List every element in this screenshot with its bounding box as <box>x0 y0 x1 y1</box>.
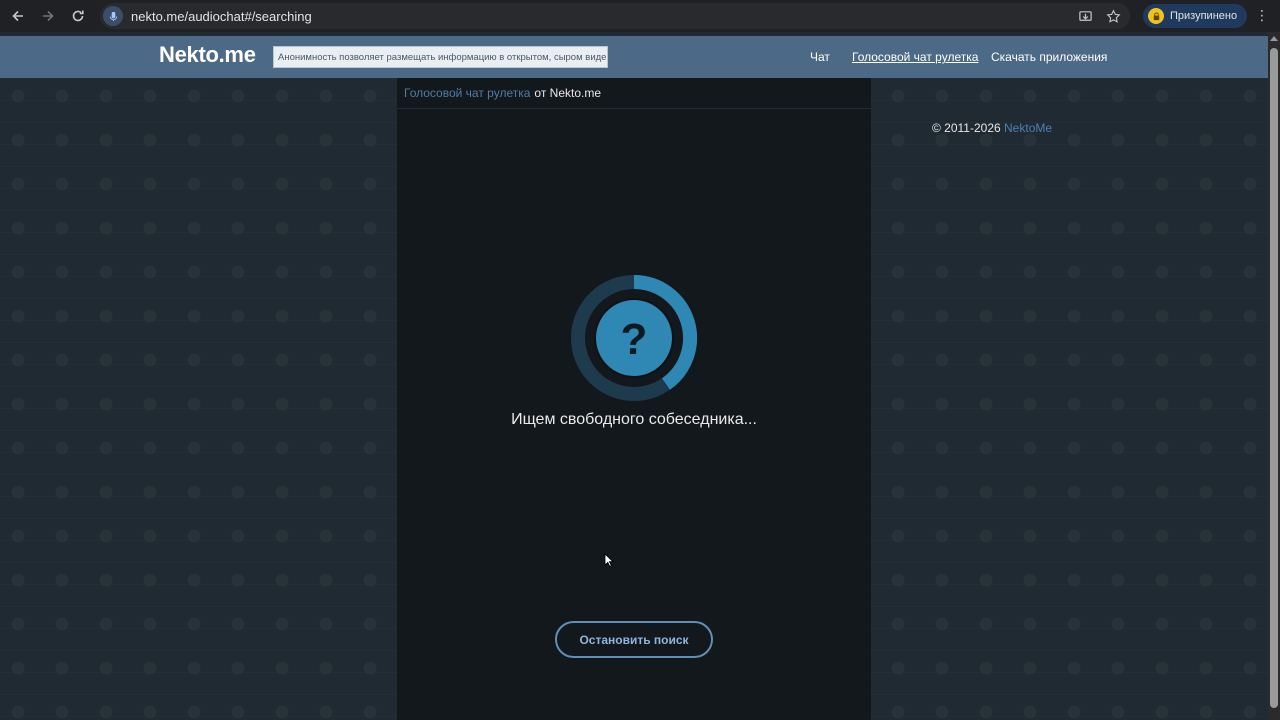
install-app-button[interactable] <box>1076 7 1094 25</box>
reload-button[interactable] <box>63 1 93 31</box>
reload-icon <box>72 10 84 22</box>
stop-search-button[interactable]: Остановить поиск <box>555 621 713 658</box>
arrow-right-icon <box>43 10 54 22</box>
nav-download-apps[interactable]: Скачать приложения <box>991 50 1107 64</box>
avatar-icon <box>1148 8 1164 24</box>
nav-chat[interactable]: Чат <box>810 50 830 64</box>
copyright-text: © 2011-2026 <box>932 121 1001 135</box>
bookmark-button[interactable] <box>1104 7 1122 25</box>
url-text: nekto.me/audiochat#/searching <box>131 8 312 24</box>
browser-toolbar: nekto.me/audiochat#/searching Призупинен… <box>0 0 1280 32</box>
page-scrollbar[interactable] <box>1268 32 1280 720</box>
forward-button[interactable] <box>33 1 63 31</box>
slogan-banner: Анонимность позволяет размещать информац… <box>273 46 608 68</box>
searching-status: Ищем свободного собеседника... <box>511 411 757 428</box>
chat-panel: Голосовой чат рулетка от Nekto.me ? Ищем… <box>397 78 871 720</box>
scroll-up-icon[interactable] <box>1270 36 1278 41</box>
profile-button[interactable]: Призупинено <box>1143 4 1248 28</box>
mouse-cursor-icon <box>604 553 614 567</box>
site-header: Nekto.me Анонимность позволяет размещать… <box>0 36 1268 78</box>
address-bar[interactable]: nekto.me/audiochat#/searching <box>100 3 1130 29</box>
brand-link[interactable]: NektoMe <box>1004 121 1052 135</box>
panel-title-link[interactable]: Голосовой чат рулетка <box>404 86 530 100</box>
panel-header: Голосовой чат рулетка от Nekto.me <box>397 78 871 109</box>
back-button[interactable] <box>3 1 33 31</box>
install-icon <box>1078 10 1092 21</box>
profile-status: Призупинено <box>1170 10 1238 22</box>
copyright: © 2011-2026 NektoMe <box>932 121 1052 135</box>
question-mark-icon: ? <box>571 275 698 401</box>
microphone-icon <box>109 11 117 21</box>
nav-voice-chat-roulette[interactable]: Голосовой чат рулетка <box>852 50 978 64</box>
star-icon <box>1105 8 1121 23</box>
scroll-thumb[interactable] <box>1270 48 1278 708</box>
site-info-button[interactable] <box>103 6 123 26</box>
svg-text:?: ? <box>621 315 648 364</box>
arrow-left-icon <box>12 10 23 22</box>
browser-menu-icon[interactable]: ⋮ <box>1254 7 1270 24</box>
panel-title-suffix: от Nekto.me <box>534 86 601 100</box>
site-logo[interactable]: Nekto.me <box>159 42 256 68</box>
